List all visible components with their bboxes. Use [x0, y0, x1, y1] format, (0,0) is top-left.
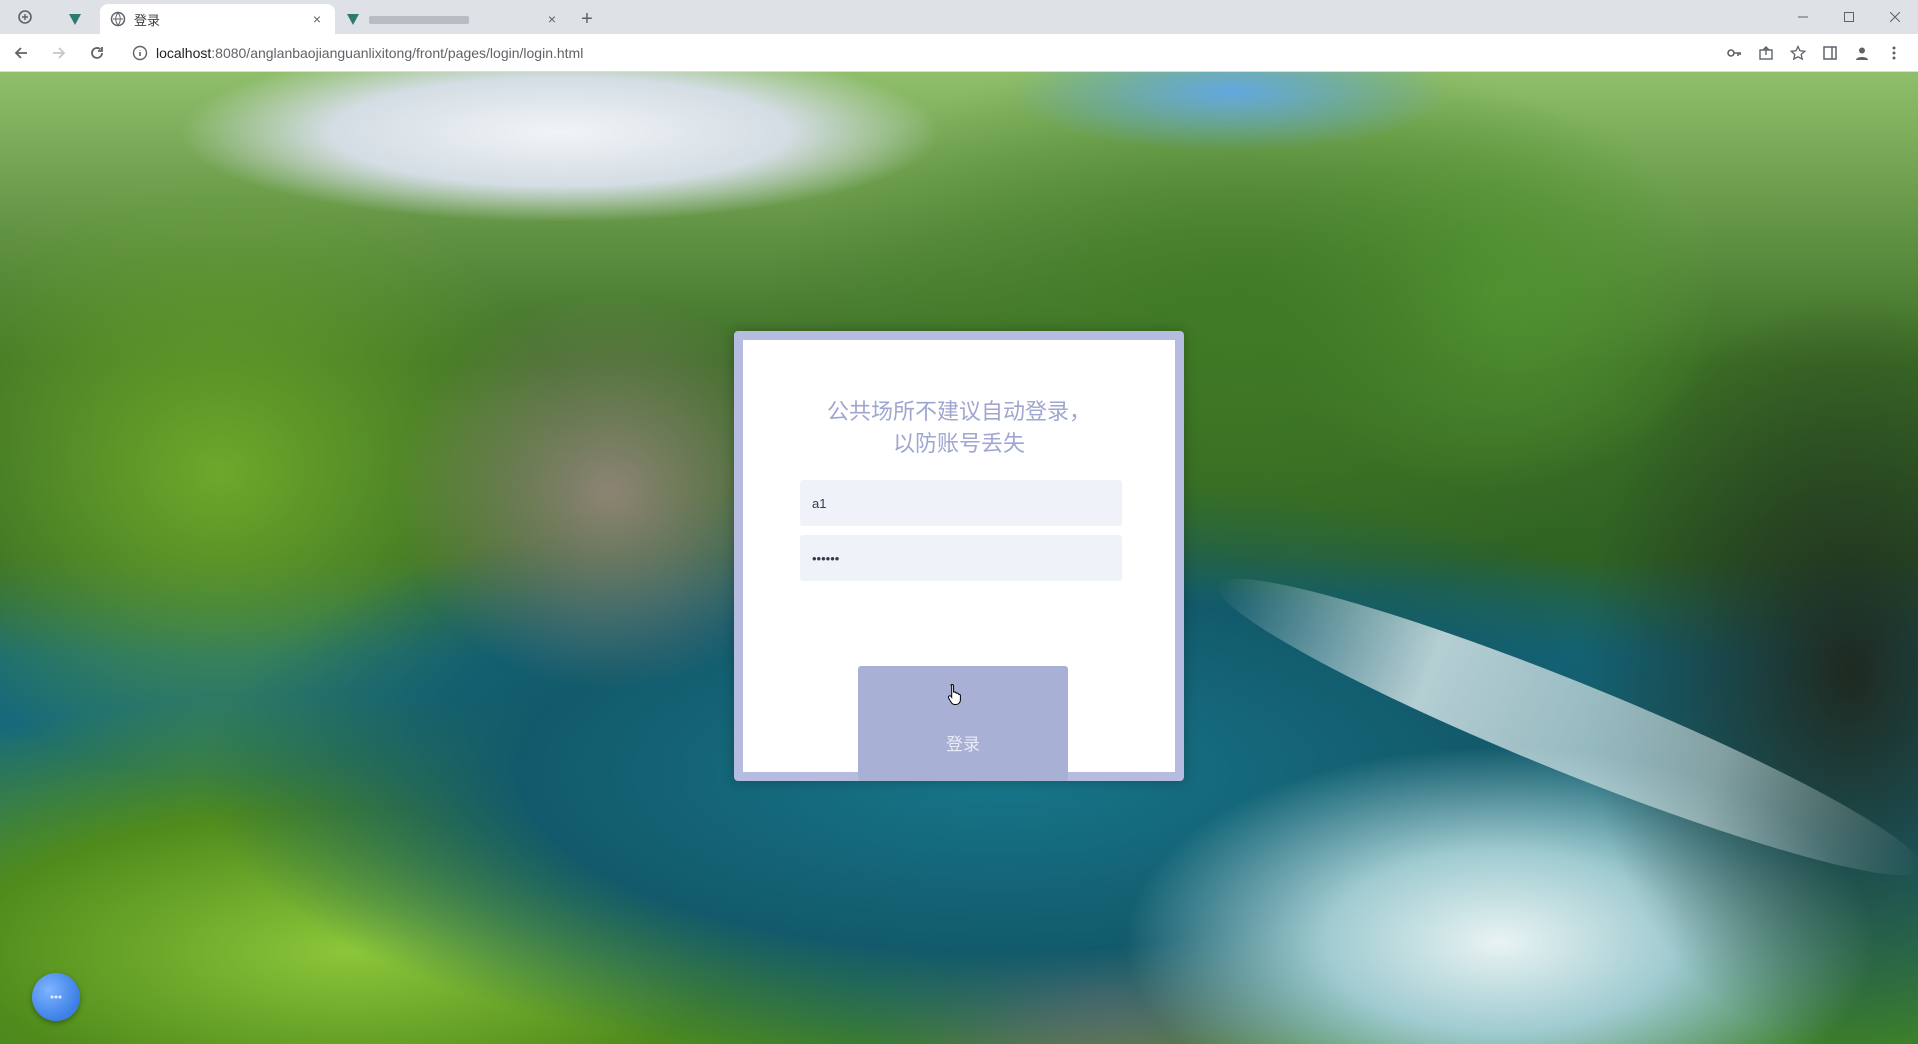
info-icon: [132, 45, 148, 60]
menu-kebab-icon[interactable]: [1878, 37, 1910, 69]
tab-favicon: [69, 14, 81, 25]
reload-button[interactable]: [80, 36, 114, 70]
profile-icon[interactable]: [1846, 37, 1878, 69]
tab-login[interactable]: 登录 ×: [100, 4, 335, 34]
tab-title: [369, 12, 544, 27]
notice-line-2: 以防账号丢失: [892, 431, 1025, 456]
back-button[interactable]: [4, 36, 38, 70]
tab-title: 登录: [134, 12, 161, 28]
arrow-left-icon: [14, 46, 27, 59]
tab-close-icon[interactable]: ×: [309, 11, 325, 27]
tab-search-icon[interactable]: [0, 0, 50, 34]
notice-line-1: 公共场所不建议自动登录，: [826, 399, 1091, 424]
share-icon[interactable]: [1750, 37, 1782, 69]
login-card: 公共场所不建议自动登录， 以防账号丢失 登录: [734, 331, 1184, 781]
key-icon[interactable]: [1718, 37, 1750, 69]
password-input[interactable]: [800, 535, 1122, 581]
browser-toolbar: localhost:8080/anglanbaojianguanlixitong…: [0, 34, 1918, 72]
url-path: :8080/anglanbaojianguanlixitong/front/pa…: [211, 44, 584, 61]
tab-favicon: [110, 11, 126, 27]
login-button[interactable]: 登录: [858, 666, 1068, 781]
new-tab-button[interactable]: +: [570, 4, 604, 34]
login-notice: 公共场所不建议自动登录， 以防账号丢失: [743, 396, 1175, 460]
bookmark-star-icon[interactable]: [1782, 37, 1814, 69]
minimize-icon[interactable]: [1780, 0, 1826, 34]
forward-button[interactable]: [42, 36, 76, 70]
tab-close-icon[interactable]: ×: [544, 11, 560, 27]
floating-action-button[interactable]: [32, 973, 80, 1021]
hand-cursor-icon: [947, 683, 961, 705]
close-window-icon[interactable]: [1872, 0, 1918, 34]
toolbar-actions: [1718, 37, 1910, 69]
tab-favicon: [347, 14, 359, 25]
window-controls: [1780, 0, 1918, 34]
username-input[interactable]: [800, 480, 1122, 526]
reload-icon: [91, 46, 103, 59]
address-bar[interactable]: localhost:8080/anglanbaojianguanlixitong…: [124, 38, 1684, 68]
browser-tab-bar: 登录 × × +: [0, 0, 1918, 34]
arrow-right-icon: [53, 46, 66, 59]
tab-system[interactable]: ×: [335, 4, 570, 34]
side-panel-icon[interactable]: [1814, 37, 1846, 69]
background-waterfall: [1200, 542, 1918, 912]
maximize-icon[interactable]: [1826, 0, 1872, 34]
tab-pinned[interactable]: [50, 4, 100, 34]
url-host: localhost: [156, 44, 212, 61]
chat-icon: [50, 995, 62, 999]
